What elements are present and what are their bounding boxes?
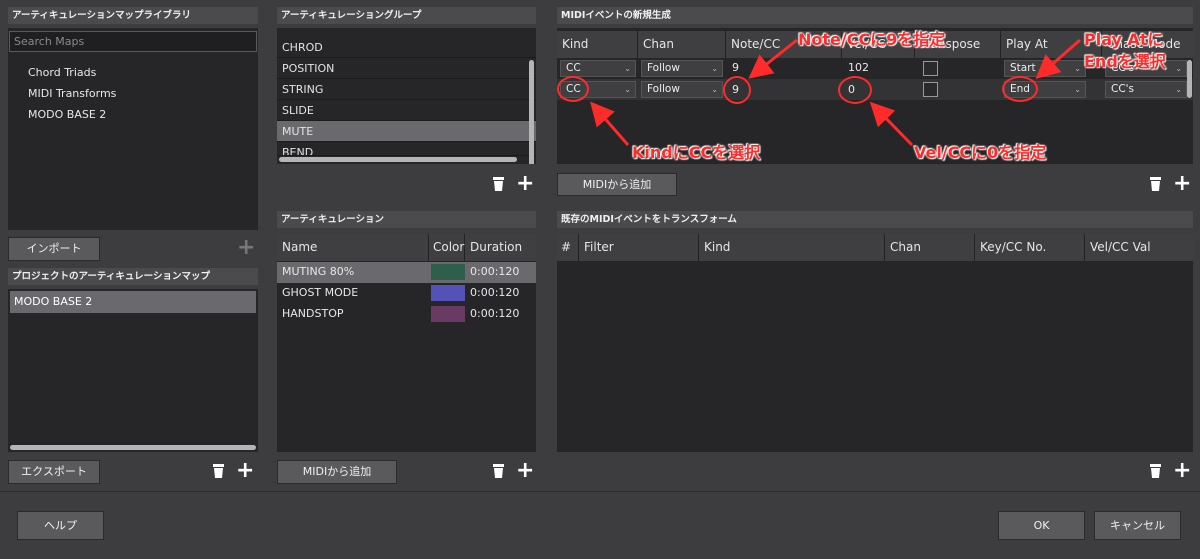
annotation-arrows: [590, 38, 1081, 147]
annotation-play-at-2: Endを選択: [1084, 52, 1166, 71]
annotation-note-cc: Note/CCに9を指定: [798, 30, 946, 49]
annotation-play-at-1: Play Atに: [1084, 30, 1164, 49]
annotation-kind-cc: KindにCCを選択: [632, 143, 761, 162]
annotation-vel-cc: Vel/CCに0を指定: [914, 143, 1047, 162]
